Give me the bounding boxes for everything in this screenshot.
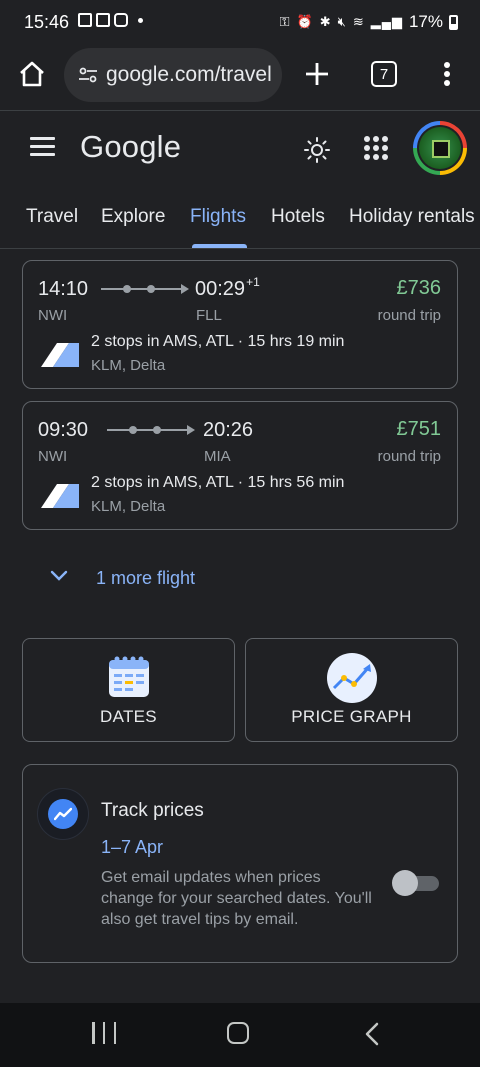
browser-toolbar: google.com/travel 7 (0, 44, 480, 110)
track-prices-dates: 1–7 Apr (101, 837, 164, 857)
route-line (101, 284, 189, 294)
price-graph-icon (327, 653, 377, 703)
airline-names: KLM, Delta (91, 357, 166, 374)
url-text[interactable]: google.com/travel (106, 63, 272, 87)
stops-duration: 2 stops in AMS, ATL · 15 hrs 19 min (91, 333, 345, 350)
flight-result-card[interactable]: 09:30 20:26 NWI MIA £751 round trip 2 st… (22, 401, 458, 530)
origin-airport: NWI (38, 307, 68, 324)
mute-icon: 🔇︎ (337, 14, 347, 29)
more-flights-button[interactable]: 1 more flight (22, 556, 458, 602)
trip-type: round trip (377, 448, 441, 465)
more-vert-icon[interactable] (440, 60, 454, 88)
toggle-thumb (392, 870, 418, 896)
google-apps-icon[interactable] (364, 136, 388, 160)
tab-travel[interactable]: Travel (26, 206, 78, 228)
tab-flights[interactable]: Flights (190, 206, 246, 228)
google-header: Google (0, 111, 480, 187)
signal-icon: ▂▄▆ (370, 14, 403, 29)
key-icon: ⚿ (279, 14, 291, 29)
flight-price: £736 (396, 277, 442, 299)
track-prices-toggle[interactable] (391, 869, 439, 896)
destination-airport: FLL (196, 307, 222, 324)
airline-logo-icon (41, 343, 79, 367)
track-prices-icon-container (37, 788, 89, 840)
status-bar: 15:46 ⚿ ⏰ ✱ 🔇︎ ≋ ▂▄▆ 17% (0, 0, 480, 44)
more-notifications-icon (138, 17, 143, 23)
departure-time: 09:30 (38, 419, 89, 441)
dates-button[interactable]: DATES (22, 638, 235, 742)
trending-icon (48, 799, 78, 829)
airline-logo-icon (41, 484, 79, 508)
stops-duration: 2 stops in AMS, ATL · 15 hrs 56 min (91, 474, 345, 491)
departure-time: 14:10 (38, 278, 89, 300)
route-line (107, 425, 195, 435)
tab-explore[interactable]: Explore (101, 206, 165, 228)
track-prices-description: Get email updates when prices change for… (101, 869, 372, 928)
account-avatar[interactable] (413, 121, 467, 175)
flight-price: £751 (396, 418, 442, 440)
bluetooth-icon: ✱ (319, 14, 332, 29)
arrival-time: 00:29+1 (195, 275, 260, 300)
new-tab-icon[interactable] (303, 60, 331, 88)
tab-count: 7 (379, 65, 389, 83)
flight-result-card[interactable]: 14:10 00:29+1 NWI FLL £736 round trip 2 … (22, 260, 458, 389)
home-icon[interactable] (18, 60, 46, 88)
status-time: 15:46 (24, 12, 70, 32)
theme-toggle-icon[interactable] (302, 135, 332, 165)
track-prices-title: Track prices (101, 800, 204, 821)
system-icons: ⚿ ⏰ ✱ 🔇︎ ≋ ▂▄▆ 17% (280, 12, 458, 32)
destination-airport: MIA (204, 448, 231, 465)
alarm-icon: ⏰ (296, 14, 314, 29)
tab-hotels[interactable]: Hotels (271, 206, 325, 228)
gallery-icon (78, 13, 92, 27)
hamburger-menu-icon[interactable] (30, 137, 55, 157)
active-tab-indicator (192, 244, 247, 248)
address-bar[interactable]: google.com/travel (64, 48, 282, 102)
instagram-icon (114, 13, 128, 27)
back-icon[interactable] (364, 1022, 380, 1046)
recent-apps-icon[interactable] (92, 1022, 116, 1044)
airline-names: KLM, Delta (91, 498, 166, 515)
travel-tabs: Travel Explore Flights Hotels Holiday re… (0, 187, 480, 249)
home-button-icon[interactable] (227, 1022, 249, 1044)
calendar-icon (96, 13, 110, 27)
more-flights-label[interactable]: 1 more flight (96, 568, 195, 589)
dates-label: DATES (100, 707, 157, 726)
avatar-image (419, 127, 461, 169)
battery-icon (449, 14, 458, 30)
trip-type: round trip (377, 307, 441, 324)
origin-airport: NWI (38, 448, 68, 465)
site-settings-icon[interactable] (78, 67, 98, 83)
battery-percent: 17% (408, 12, 443, 31)
arrival-time: 20:26 (203, 419, 254, 441)
tab-switcher-button[interactable]: 7 (371, 61, 397, 87)
google-logo[interactable]: Google (80, 129, 181, 165)
track-prices-card: Track prices 1–7 Apr Get email updates w… (22, 764, 458, 963)
notification-icons (78, 13, 143, 27)
price-graph-label: PRICE GRAPH (291, 707, 412, 726)
day-offset: +1 (246, 275, 260, 289)
chevron-down-icon (50, 570, 68, 581)
system-navigation-bar (0, 1003, 480, 1067)
wifi-icon: ≋ (352, 14, 365, 29)
price-graph-button[interactable]: PRICE GRAPH (245, 638, 458, 742)
tab-holiday-rentals[interactable]: Holiday rentals (349, 206, 475, 228)
calendar-icon (109, 656, 149, 697)
